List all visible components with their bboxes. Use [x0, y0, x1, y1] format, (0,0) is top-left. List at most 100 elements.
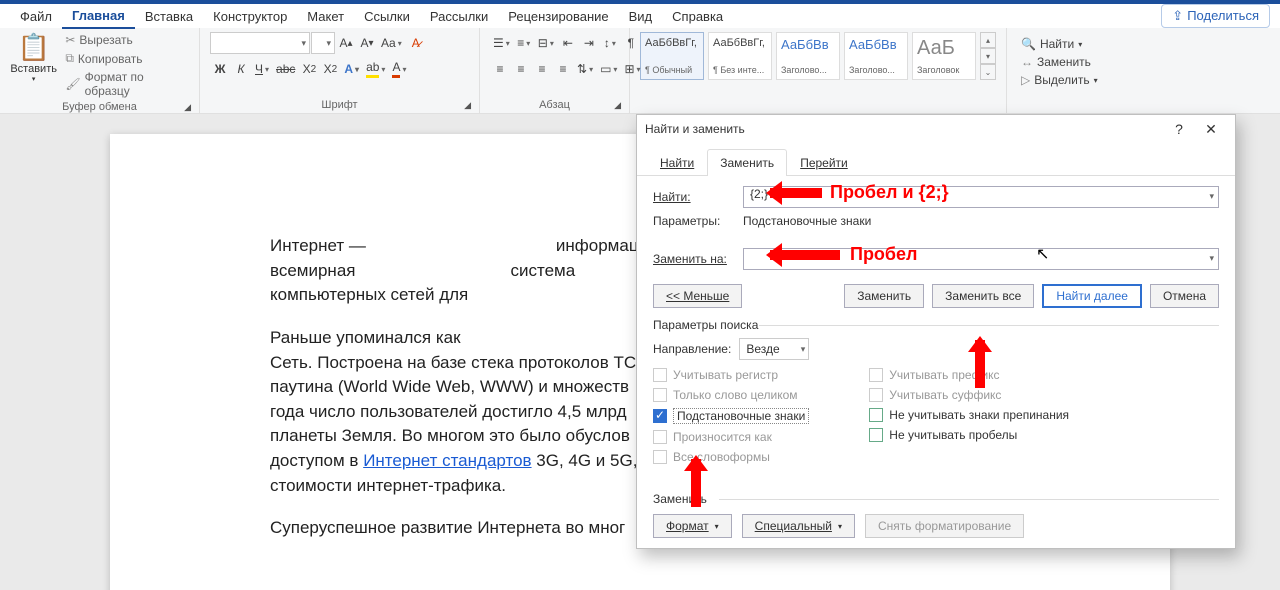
tab-insert[interactable]: Вставка [135, 5, 203, 28]
no-formatting-button[interactable]: Снять форматирование [865, 514, 1024, 538]
dialog-launcher-icon[interactable]: ◢ [184, 102, 191, 113]
text-effects-button[interactable]: A [341, 58, 362, 80]
checkbox-option: Учитывать префикс [869, 368, 1069, 382]
underline-button[interactable]: Ч [252, 58, 272, 80]
tab-find[interactable]: Найти [647, 149, 707, 176]
find-label: Найти: [653, 190, 743, 204]
replace-button[interactable]: ↔Заменить [1017, 54, 1102, 70]
checkbox-label: Не учитывать знаки препинания [889, 408, 1069, 422]
checkbox-option[interactable]: Не учитывать пробелы [869, 428, 1069, 442]
sort-button[interactable]: ↕ [600, 32, 620, 54]
special-button[interactable]: Специальный▾ [742, 514, 855, 538]
checkbox-option[interactable]: Не учитывать знаки препинания [869, 408, 1069, 422]
dialog-title-bar[interactable]: Найти и заменить ? ✕ [637, 115, 1235, 143]
tab-goto[interactable]: Перейти [787, 149, 861, 176]
cut-icon: ✂ [65, 33, 75, 47]
checkbox-label: Не учитывать пробелы [889, 428, 1017, 442]
cut-button[interactable]: ✂Вырезать [61, 32, 189, 48]
align-center-button[interactable]: ≡ [511, 58, 531, 80]
tab-mailings[interactable]: Рассылки [420, 5, 498, 28]
select-button[interactable]: ▷Выделить ▾ [1017, 72, 1102, 88]
find-next-button[interactable]: Найти далее [1042, 284, 1142, 308]
show-marks-button[interactable]: ¶ [621, 32, 641, 54]
clear-formatting-button[interactable]: A̷ [406, 32, 426, 54]
search-params-header: Параметры поиска [653, 318, 1219, 332]
multilevel-button[interactable]: ⊟ [535, 32, 557, 54]
superscript-button[interactable]: X2 [320, 58, 340, 80]
find-button[interactable]: 🔍Найти ▾ [1017, 36, 1102, 52]
style-heading1[interactable]: АаБбВвЗаголово... [776, 32, 840, 80]
group-clipboard: 📋 Вставить▾ ✂Вырезать ⧉Копировать 🖌Форма… [0, 28, 200, 113]
highlight-button[interactable]: ab [363, 58, 388, 80]
checkbox-option: Произносится как [653, 430, 809, 444]
justify-button[interactable]: ≡ [553, 58, 573, 80]
params-label: Параметры: [653, 214, 743, 228]
tab-review[interactable]: Рецензирование [498, 5, 618, 28]
line-spacing-button[interactable]: ⇅ [574, 58, 596, 80]
replace-one-button[interactable]: Заменить [844, 284, 924, 308]
checkbox-option: Все словоформы [653, 450, 809, 464]
style-heading2[interactable]: АаБбВвЗаголово... [844, 32, 908, 80]
tab-home[interactable]: Главная [62, 4, 135, 29]
dialog-tabs: Найти Заменить Перейти [637, 149, 1235, 176]
change-case-button[interactable]: Aa [378, 32, 405, 54]
replace-all-button[interactable]: Заменить все [932, 284, 1034, 308]
help-button[interactable]: ? [1163, 121, 1195, 137]
checkbox-label: Учитывать регистр [673, 368, 778, 382]
style-normal[interactable]: АаБбВвГг,¶ Обычный [640, 32, 704, 80]
tab-file[interactable]: Файл [10, 5, 62, 28]
style-nospacing[interactable]: АаБбВвГг,¶ Без инте... [708, 32, 772, 80]
mouse-cursor-icon: ↖ [1036, 244, 1049, 264]
paste-button[interactable]: 📋 Вставить▾ [10, 32, 57, 83]
checkbox-box[interactable] [869, 428, 883, 442]
grow-font-button[interactable]: A▴ [336, 32, 356, 54]
find-replace-dialog: Найти и заменить ? ✕ Найти Заменить Пере… [636, 114, 1236, 549]
styles-scroll[interactable]: ▴▾⌄ [980, 32, 996, 80]
brush-icon: 🖌 [65, 77, 80, 91]
tab-view[interactable]: Вид [619, 5, 663, 28]
align-right-button[interactable]: ≡ [532, 58, 552, 80]
font-name-combo[interactable] [210, 32, 310, 54]
checkbox-option: Учитывать регистр [653, 368, 809, 382]
font-color-button[interactable]: A [389, 58, 409, 80]
less-button[interactable]: << Меньше [653, 284, 742, 308]
share-button[interactable]: ⇪Поделиться [1161, 4, 1270, 28]
dialog-launcher-icon[interactable]: ◢ [614, 100, 621, 111]
checkbox-box[interactable] [653, 409, 667, 423]
decrease-indent-button[interactable]: ⇤ [558, 32, 578, 54]
italic-button[interactable]: К [231, 58, 251, 80]
copy-button[interactable]: ⧉Копировать [61, 50, 189, 67]
shading-button[interactable]: ▭ [597, 58, 620, 80]
increase-indent-button[interactable]: ⇥ [579, 32, 599, 54]
tab-layout[interactable]: Макет [297, 5, 354, 28]
shrink-font-button[interactable]: A▾ [357, 32, 377, 54]
options-left: Учитывать регистрТолько слово целикомПод… [653, 368, 809, 464]
cancel-button[interactable]: Отмена [1150, 284, 1219, 308]
hyperlink[interactable]: Интернет стандартов [363, 451, 531, 470]
format-button[interactable]: Формат▾ [653, 514, 732, 538]
font-size-combo[interactable] [311, 32, 335, 54]
numbering-button[interactable]: ≡ [514, 32, 534, 54]
bullets-button[interactable]: ☰ [490, 32, 513, 54]
paste-icon: 📋 [17, 32, 49, 63]
tab-help[interactable]: Справка [662, 5, 733, 28]
annotation-arrow [691, 459, 701, 507]
checkbox-option[interactable]: Подстановочные знаки [653, 408, 809, 424]
direction-combo[interactable]: Везде [739, 338, 809, 360]
borders-button[interactable]: ⊞ [621, 58, 643, 80]
checkbox-box[interactable] [869, 408, 883, 422]
tab-design[interactable]: Конструктор [203, 5, 297, 28]
strikethrough-button[interactable]: abc [273, 58, 298, 80]
dialog-launcher-icon[interactable]: ◢ [464, 100, 471, 111]
checkbox-box [653, 388, 667, 402]
close-icon[interactable]: ✕ [1195, 121, 1227, 138]
bold-button[interactable]: Ж [210, 58, 230, 80]
style-title[interactable]: АаБЗаголовок [912, 32, 976, 80]
tab-replace[interactable]: Заменить [707, 149, 787, 176]
search-icon: 🔍 [1021, 37, 1036, 51]
subscript-button[interactable]: X2 [299, 58, 319, 80]
tab-references[interactable]: Ссылки [354, 5, 420, 28]
format-painter-button[interactable]: 🖌Формат по образцу [61, 69, 189, 99]
annotation-arrow [770, 188, 822, 198]
align-left-button[interactable]: ≡ [490, 58, 510, 80]
